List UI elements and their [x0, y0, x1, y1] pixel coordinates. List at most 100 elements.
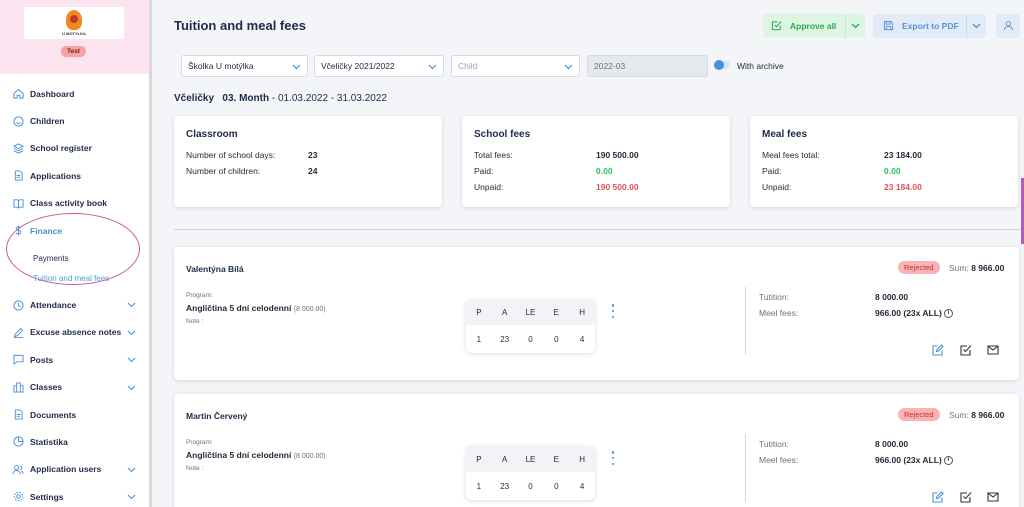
sidebar-subitem-label: Payments	[33, 253, 69, 263]
sidebar-subitem-tuition-meal-fees[interactable]: Tuition and meal fees	[0, 268, 150, 288]
edit-button[interactable]	[931, 491, 945, 505]
vertical-divider	[745, 287, 746, 355]
meal-unpaid-label: Unpaid:	[762, 182, 792, 192]
class-select-value: Včeličky 2021/2022	[321, 61, 395, 71]
info-icon[interactable]: i	[943, 309, 953, 319]
sidebar-nav: Dashboard Children School register Appli…	[0, 80, 150, 507]
sidebar-item-attendance[interactable]: Attendance	[0, 291, 150, 318]
edit-button[interactable]	[931, 344, 945, 358]
info-icon[interactable]: i	[943, 456, 953, 466]
attendance-header-cell: A	[502, 307, 508, 317]
tuition-value: 8 000.00	[875, 439, 909, 449]
chevron-down-icon[interactable]	[127, 492, 136, 502]
approve-button[interactable]	[959, 491, 973, 505]
attendance-header-cell: LE	[525, 307, 536, 317]
sidebar-item-school-register[interactable]: School register	[0, 135, 150, 162]
program-label: Program:	[186, 439, 213, 446]
school-days-label: Number of school days:	[186, 150, 276, 160]
note-label: Note :	[186, 465, 204, 472]
attendance-table: P A LE E H 1 23 0 0 4	[466, 299, 595, 353]
attendance-cell: 23	[500, 334, 510, 344]
attendance-header-cell: LE	[525, 454, 536, 464]
sidebar-item-children[interactable]: Children	[0, 107, 150, 134]
clock-icon	[12, 299, 24, 311]
main-content: Tuition and meal fees Approve all Export…	[156, 0, 1024, 507]
child-name: Valentýna Bílá	[186, 264, 244, 274]
approve-button[interactable]	[959, 344, 973, 358]
sidebar-item-application-users[interactable]: Application users	[0, 456, 150, 483]
chevron-down-icon[interactable]	[127, 465, 136, 475]
month-field[interactable]: 2022-03	[587, 55, 708, 77]
program-title: Angličtina 5 dní celodenní	[186, 303, 292, 313]
chevron-down-icon[interactable]	[127, 328, 136, 338]
check-square-icon	[960, 491, 972, 505]
edit-icon	[932, 491, 944, 505]
chevron-down-icon[interactable]	[127, 300, 136, 310]
sum-label: Sum:	[949, 410, 969, 420]
period-class-name: Včeličky	[174, 93, 215, 104]
meal-fee-amount: 966.00 (23x ALL)	[875, 308, 942, 318]
meal-fees-card: Meal fees Meal fees total: 23 184.00 Pai…	[750, 116, 1018, 207]
sidebar-item-classes[interactable]: Classes	[0, 374, 150, 401]
school-days-value: 23	[308, 150, 318, 160]
building-icon	[12, 381, 24, 393]
meal-fee-label: Meel fees:	[759, 308, 799, 318]
child-select-placeholder: Child	[458, 61, 478, 71]
sidebar-item-class-activity-book[interactable]: Class activity book	[0, 190, 150, 217]
attendance-cell: 0	[528, 481, 533, 491]
child-fee-card: Valentýna Bílá Rejected Sum: 8 966.00 Pr…	[174, 247, 1019, 380]
paid-value: 0.00	[596, 166, 613, 176]
sidebar-item-applications[interactable]: Applications	[0, 162, 150, 189]
chevron-down-icon[interactable]	[127, 383, 136, 393]
sidebar-item-label: Applications	[30, 170, 82, 181]
send-email-button[interactable]	[986, 344, 1000, 358]
school-select-value: Školka U motýlka	[188, 61, 254, 71]
sum-total: Sum: 8 966.00	[949, 263, 1004, 273]
sidebar-item-label: Class activity book	[30, 198, 108, 209]
more-options-icon[interactable]	[611, 304, 615, 318]
approve-dropdown-toggle[interactable]	[845, 14, 865, 38]
chevron-down-icon[interactable]	[127, 355, 136, 365]
send-email-button[interactable]	[986, 491, 1000, 505]
document-icon	[12, 409, 24, 421]
attendance-header-row: P A LE E H	[466, 299, 595, 325]
attendance-header-cell: E	[553, 307, 559, 317]
more-options-icon[interactable]	[611, 451, 615, 465]
child-select[interactable]: Child	[451, 55, 580, 77]
chat-icon	[12, 354, 24, 366]
archive-toggle[interactable]	[714, 60, 730, 70]
status-badge: Rejected	[898, 408, 940, 421]
program-title: Angličtina 5 dní celodenní	[186, 450, 292, 460]
children-count-value: 24	[308, 166, 318, 176]
school-logo[interactable]: U MOTÝLKA	[24, 7, 124, 39]
attendance-cell: 4	[579, 481, 585, 491]
sum-label: Sum:	[949, 263, 969, 273]
section-divider	[174, 229, 1024, 230]
meal-unpaid-value: 23 184.00	[884, 182, 922, 192]
program-label: Program:	[186, 292, 213, 299]
sidebar-item-documents[interactable]: Documents	[0, 401, 150, 428]
sidebar-item-posts[interactable]: Posts	[0, 346, 150, 373]
export-pdf-button[interactable]: Export to PDF	[873, 14, 986, 38]
children-count-label: Number of children:	[186, 166, 261, 176]
sidebar-item-statistika[interactable]: Statistika	[0, 428, 150, 455]
check-square-icon	[771, 20, 782, 33]
attendance-header-cell: P	[476, 307, 482, 317]
sidebar: U MOTÝLKA Test Dashboard Children School…	[0, 0, 152, 507]
vertical-divider	[745, 434, 746, 502]
gear-icon	[12, 491, 24, 503]
sidebar-item-finance[interactable]: Finance	[0, 217, 150, 244]
meal-fee-amount: 966.00 (23x ALL)	[875, 455, 942, 465]
sidebar-item-excuse-absence-notes[interactable]: Excuse absence notes	[0, 319, 150, 346]
attendance-table: P A LE E H 1 23 0 0 4	[466, 446, 595, 500]
user-menu-button[interactable]	[996, 14, 1020, 38]
home-icon	[12, 88, 24, 100]
sidebar-item-dashboard[interactable]: Dashboard	[0, 80, 150, 107]
sidebar-item-settings[interactable]: Settings	[0, 483, 150, 507]
sidebar-item-label: Statistika	[30, 436, 68, 447]
approve-all-button[interactable]: Approve all	[763, 14, 865, 38]
export-dropdown-toggle[interactable]	[966, 14, 986, 38]
class-select[interactable]: Včeličky 2021/2022	[314, 55, 444, 77]
school-select[interactable]: Školka U motýlka	[181, 55, 308, 77]
sidebar-subitem-payments[interactable]: Payments	[0, 248, 150, 268]
